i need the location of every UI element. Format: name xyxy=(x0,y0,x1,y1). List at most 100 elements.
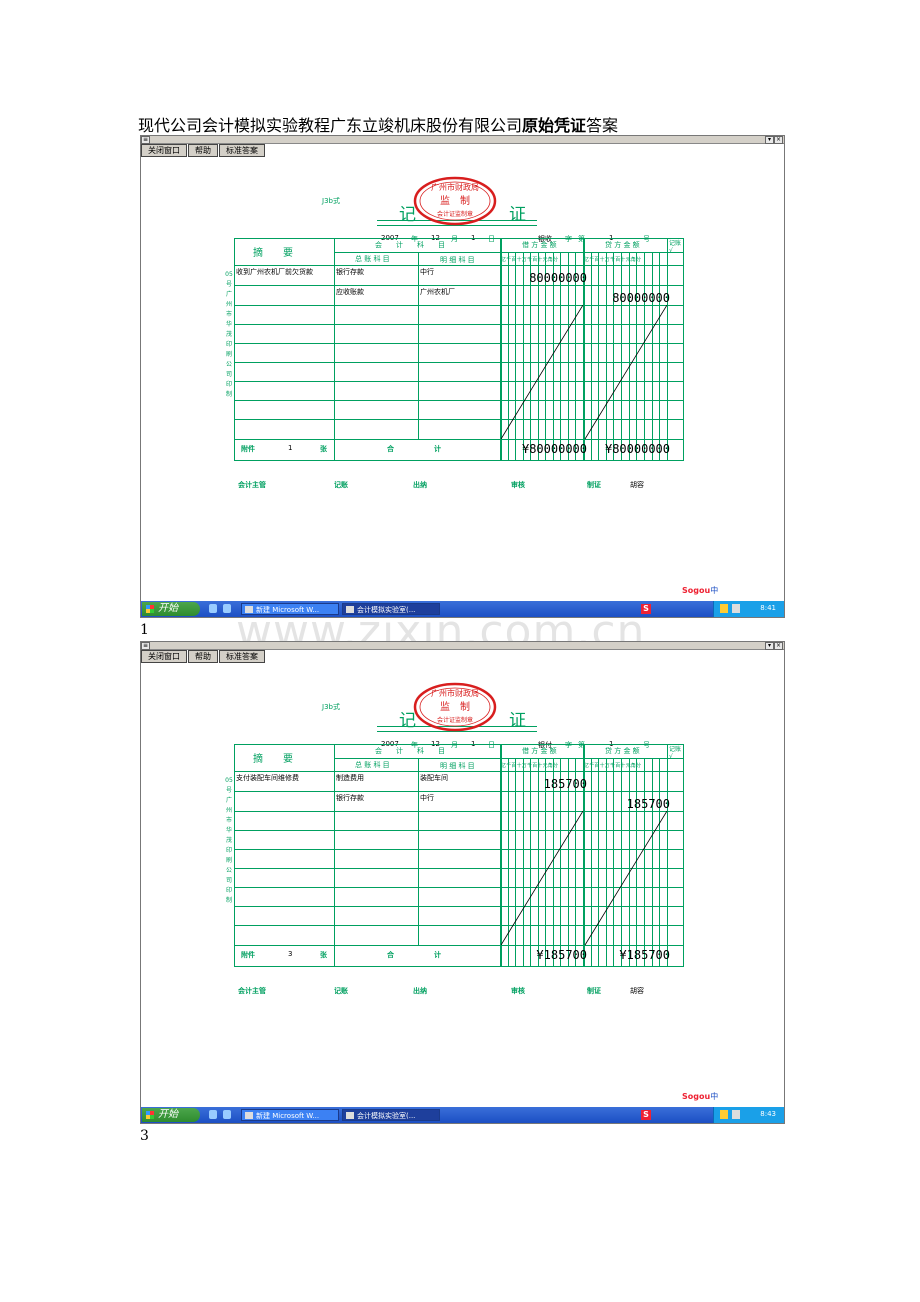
windows-flag-icon xyxy=(146,1111,154,1119)
voucher-form: 摘 要 会 计 科 目 总 账 科 目 明 细 科 目 借 方 金 额 贷 方 … xyxy=(234,744,684,967)
posted-header: 记账√ xyxy=(669,746,682,760)
tray-icon[interactable] xyxy=(732,1110,740,1119)
task-accounting-lab[interactable]: 会计模拟实验室(... xyxy=(342,1109,440,1121)
printer-side-text: 05号 广州市华茂印刷公司印制 xyxy=(225,777,233,904)
help-button[interactable]: 帮助 xyxy=(188,650,218,663)
audit-label: 审核 xyxy=(511,987,525,995)
detail-account-header: 明 细 科 目 xyxy=(440,762,475,770)
svg-text:监 制: 监 制 xyxy=(440,700,470,713)
debit-amount: 80000000 xyxy=(529,271,587,285)
system-tray: 8:43 xyxy=(713,1107,784,1123)
debit-digit-headers: 亿千百十万千百十元角分 xyxy=(501,763,559,769)
close-icon[interactable]: × xyxy=(774,642,783,650)
credit-amount-header: 贷 方 金 额 xyxy=(605,241,640,249)
form-type-label: J3b式 xyxy=(322,197,340,205)
minimize-icon[interactable]: ▾ xyxy=(765,642,774,650)
ie-icon[interactable] xyxy=(209,1110,217,1119)
credit-digit-headers: 亿千百十万千百十元角分 xyxy=(584,763,642,769)
debit-amount-header: 借 方 金 额 xyxy=(522,747,557,755)
entry-summary: 支付装配车间维修费 xyxy=(236,774,299,782)
tray-icon[interactable] xyxy=(720,604,728,613)
sogou-ime-bar[interactable]: Sogou中 xyxy=(682,1091,718,1102)
finance-bureau-stamp: 广州市财政局 监 制 会计证监制章 xyxy=(413,682,497,732)
bookkeeping-label: 记账 xyxy=(334,481,348,489)
task-word[interactable]: 新建 Microsoft W... xyxy=(241,1109,339,1121)
zhang-label: 张 xyxy=(320,951,327,959)
row1-detail-account: 装配车间 xyxy=(420,774,448,782)
row1-detail-account: 中行 xyxy=(420,268,434,276)
summary-header: 摘 要 xyxy=(253,248,293,259)
svg-text:广州市财政局: 广州市财政局 xyxy=(431,182,479,192)
bookkeeping-label: 记账 xyxy=(334,987,348,995)
page-number-3: 3 xyxy=(140,1128,149,1144)
total-credit-amount: ¥80000000 xyxy=(604,442,670,456)
start-button[interactable]: 开始 xyxy=(142,1108,200,1122)
debit-amount: 185700 xyxy=(543,777,587,791)
general-account-header: 总 账 科 目 xyxy=(355,761,390,769)
word-icon xyxy=(245,606,253,613)
row1-general-account: 银行存款 xyxy=(336,268,364,276)
standard-answer-button[interactable]: 标准答案 xyxy=(219,650,265,663)
window-top-strip: ≡ ▾ × xyxy=(141,136,784,144)
svg-text:广州市财政局: 广州市财政局 xyxy=(431,688,479,698)
standard-answer-button[interactable]: 标准答案 xyxy=(219,144,265,157)
app-icon xyxy=(346,606,354,613)
total-debit-amount: ¥80000000 xyxy=(521,442,587,456)
total-ji-label: 计 xyxy=(434,445,441,453)
printer-side-text: 05号 广州市华茂印刷公司印制 xyxy=(225,271,233,398)
maker-label: 制证 xyxy=(587,481,601,489)
maker-name: 胡容 xyxy=(630,481,644,489)
system-menu-icon[interactable]: ≡ xyxy=(141,136,150,144)
cashier-label: 出纳 xyxy=(413,987,427,995)
minimize-icon[interactable]: ▾ xyxy=(765,136,774,144)
taskbar: 开始 新建 Microsoft W... 会计模拟实验室(... S 8:41 xyxy=(141,601,784,617)
entry-summary: 收到广州农机厂前欠货款 xyxy=(236,268,313,276)
maker-label: 制证 xyxy=(587,987,601,995)
close-icon[interactable]: × xyxy=(774,136,783,144)
svg-text:会计证监制章: 会计证监制章 xyxy=(437,716,473,724)
total-ji-label: 计 xyxy=(434,951,441,959)
posted-header: 记账√ xyxy=(669,240,682,254)
total-he-label: 合 xyxy=(387,951,394,959)
account-header: 会 计 科 目 xyxy=(375,747,445,755)
voucher-form: 摘 要 会 计 科 目 总 账 科 目 明 细 科 目 借 方 金 额 贷 方 … xyxy=(234,238,684,461)
debit-digit-headers: 亿千百十万千百十元角分 xyxy=(501,257,559,263)
task-accounting-lab[interactable]: 会计模拟实验室(... xyxy=(342,603,440,615)
row1-general-account: 制造费用 xyxy=(336,774,364,782)
attachment-count: 1 xyxy=(288,444,293,452)
sogou-tray-icon[interactable]: S xyxy=(641,604,651,614)
credit-amount: 80000000 xyxy=(612,291,670,305)
credit-amount: 185700 xyxy=(626,797,670,811)
row2-detail-account: 广州农机厂 xyxy=(420,288,455,296)
total-credit-amount: ¥185700 xyxy=(619,948,670,962)
desktop-icon[interactable] xyxy=(223,1110,231,1119)
sogou-ime-bar[interactable]: Sogou中 xyxy=(682,585,718,596)
page-number-1: 1 xyxy=(140,622,149,638)
row2-detail-account: 中行 xyxy=(420,794,434,802)
form-type-label: J3b式 xyxy=(322,703,340,711)
system-menu-icon[interactable]: ≡ xyxy=(141,642,150,650)
supervisor-label: 会计主管 xyxy=(238,987,266,995)
ie-icon[interactable] xyxy=(209,604,217,613)
toolbar: 关闭窗口 帮助 标准答案 xyxy=(141,144,265,157)
attachment-label: 附件 xyxy=(241,951,255,959)
tray-icon[interactable] xyxy=(720,1110,728,1119)
summary-header: 摘 要 xyxy=(253,754,293,765)
close-window-button[interactable]: 关闭窗口 xyxy=(141,650,187,663)
task-word[interactable]: 新建 Microsoft W... xyxy=(241,603,339,615)
desktop-icon[interactable] xyxy=(223,604,231,613)
start-button[interactable]: 开始 xyxy=(142,602,200,616)
credit-amount-header: 贷 方 金 额 xyxy=(605,747,640,755)
tray-icon[interactable] xyxy=(732,604,740,613)
account-header: 会 计 科 目 xyxy=(375,241,445,249)
attachment-label: 附件 xyxy=(241,445,255,453)
close-window-button[interactable]: 关闭窗口 xyxy=(141,144,187,157)
taskbar: 开始 新建 Microsoft W... 会计模拟实验室(... S 8:43 xyxy=(141,1107,784,1123)
maker-name: 胡容 xyxy=(630,987,644,995)
clock: 8:43 xyxy=(760,1110,776,1118)
credit-digit-headers: 亿千百十万千百十元角分 xyxy=(584,257,642,263)
voucher-screenshot-2: ≡ ▾ × 关闭窗口 帮助 标准答案 J3b式 记 证 广州市财政局 监 制 会… xyxy=(140,641,785,1124)
sogou-tray-icon[interactable]: S xyxy=(641,1110,651,1120)
audit-label: 审核 xyxy=(511,481,525,489)
help-button[interactable]: 帮助 xyxy=(188,144,218,157)
